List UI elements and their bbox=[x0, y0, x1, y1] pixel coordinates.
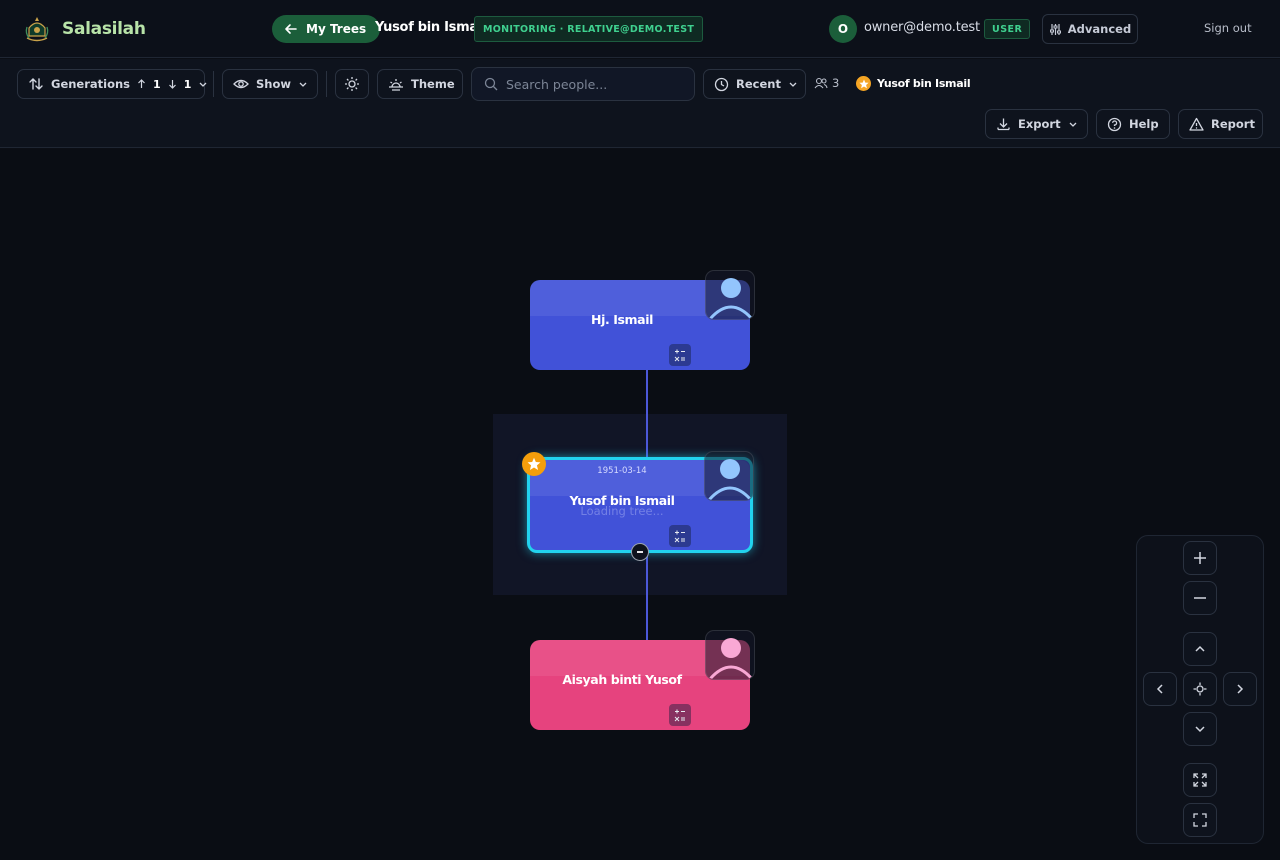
person-card-hj-ismail[interactable]: Hj. Ismail bbox=[530, 270, 755, 370]
plus-icon bbox=[1193, 551, 1207, 565]
people-count-value: 3 bbox=[832, 76, 840, 90]
export-label: Export bbox=[1018, 117, 1061, 131]
chevron-down-icon bbox=[1194, 723, 1206, 735]
arrow-up-icon bbox=[137, 79, 146, 89]
collapse-minus-icon[interactable] bbox=[631, 543, 649, 561]
connector-line bbox=[646, 370, 648, 460]
chevron-up-icon bbox=[1194, 643, 1206, 655]
my-trees-button[interactable]: My Trees bbox=[272, 15, 381, 43]
monitoring-badge: MONITORING · RELATIVE@DEMO.TEST bbox=[474, 16, 704, 42]
download-icon bbox=[996, 117, 1011, 132]
export-dropdown[interactable]: Export bbox=[985, 109, 1088, 139]
person-name: Hj. Ismail bbox=[591, 312, 653, 327]
chevron-down-icon bbox=[1068, 119, 1078, 129]
clock-icon bbox=[714, 77, 729, 92]
recent-dropdown[interactable]: Recent bbox=[703, 69, 806, 99]
favorite-star-icon[interactable] bbox=[522, 452, 546, 476]
eye-icon bbox=[233, 76, 249, 92]
advanced-label: Advanced bbox=[1067, 22, 1132, 36]
help-label: Help bbox=[1129, 117, 1159, 131]
theme-label: Theme bbox=[411, 77, 455, 91]
pan-down-button[interactable] bbox=[1183, 712, 1217, 746]
person-name: Aisyah binti Yusof bbox=[562, 672, 682, 687]
report-label: Report bbox=[1211, 117, 1255, 131]
search-icon bbox=[484, 77, 498, 91]
calculator-icon[interactable] bbox=[669, 704, 691, 726]
role-badge: USER bbox=[984, 19, 1031, 39]
person-card-yusof-bin-ismail[interactable]: 1951-03-14 Yusof bin Ismail Loading tree… bbox=[522, 451, 754, 561]
user-email: owner@demo.test bbox=[864, 20, 980, 35]
people-count: 3 bbox=[814, 76, 839, 90]
chevron-down-icon bbox=[298, 79, 308, 89]
person-birth-date: 1951-03-14 bbox=[597, 466, 647, 476]
app-logo[interactable]: Salasilah bbox=[22, 14, 146, 44]
help-circle-icon bbox=[1107, 117, 1122, 132]
chevron-down-icon bbox=[788, 79, 798, 89]
pan-left-button[interactable] bbox=[1143, 672, 1177, 706]
generations-label: Generations bbox=[51, 77, 131, 91]
fullscreen-button[interactable] bbox=[1183, 803, 1217, 837]
female-avatar-icon[interactable] bbox=[705, 630, 755, 680]
sign-out-link[interactable]: Sign out bbox=[1204, 21, 1252, 35]
users-icon bbox=[814, 77, 828, 89]
advanced-button[interactable]: Advanced bbox=[1042, 14, 1138, 44]
navigation-controls bbox=[1136, 535, 1264, 844]
chevron-down-icon bbox=[198, 79, 208, 89]
generations-down-count: 1 bbox=[183, 77, 192, 91]
toolbar: Generations 1 1 Show Theme Search people… bbox=[0, 59, 1280, 148]
search-box[interactable] bbox=[471, 67, 695, 101]
show-label: Show bbox=[256, 77, 291, 91]
zoom-out-button[interactable] bbox=[1183, 581, 1217, 615]
connector-line bbox=[646, 551, 648, 640]
generations-dropdown[interactable]: Generations 1 1 bbox=[17, 69, 208, 99]
logo-emblem-icon bbox=[22, 14, 52, 44]
my-trees-label: My Trees bbox=[306, 22, 367, 36]
minus-icon bbox=[1193, 591, 1207, 605]
loading-overlay-text: Loading tree... bbox=[580, 504, 664, 518]
fit-to-screen-button[interactable] bbox=[1183, 763, 1217, 797]
user-avatar[interactable]: O bbox=[829, 15, 857, 43]
app-header: Salasilah My Trees Yusof bin Ismail MONI… bbox=[0, 0, 1280, 58]
help-button[interactable]: Help bbox=[1096, 109, 1170, 139]
male-avatar-icon[interactable] bbox=[704, 451, 754, 501]
arrow-down-icon bbox=[168, 79, 177, 89]
warning-triangle-icon bbox=[1189, 117, 1204, 132]
app-name: Salasilah bbox=[62, 19, 146, 39]
show-dropdown[interactable]: Show bbox=[222, 69, 318, 99]
focus-person-chip[interactable]: Yusof bin Ismail bbox=[856, 76, 971, 91]
sliders-icon bbox=[1049, 23, 1062, 36]
zoom-in-button[interactable] bbox=[1183, 541, 1217, 575]
report-button[interactable]: Report bbox=[1178, 109, 1263, 139]
pan-right-button[interactable] bbox=[1223, 672, 1257, 706]
male-avatar-icon[interactable] bbox=[705, 270, 755, 320]
theme-button[interactable]: Theme bbox=[377, 69, 463, 99]
crosshair-icon bbox=[1193, 682, 1207, 696]
arrow-left-icon bbox=[284, 22, 298, 36]
chevron-left-icon bbox=[1154, 683, 1166, 695]
expand-arrows-icon bbox=[1193, 773, 1207, 787]
sort-arrows-icon bbox=[28, 76, 44, 92]
person-card-aisyah-binti-yusof[interactable]: Aisyah binti Yusof bbox=[530, 630, 755, 730]
calculator-icon[interactable] bbox=[669, 525, 691, 547]
brightness-toggle[interactable] bbox=[335, 69, 369, 99]
search-input[interactable] bbox=[506, 76, 676, 92]
pan-up-button[interactable] bbox=[1183, 632, 1217, 666]
tree-title: Yusof bin Ismail bbox=[375, 20, 487, 35]
recent-label: Recent bbox=[736, 77, 781, 91]
fullscreen-icon bbox=[1193, 813, 1207, 827]
sun-icon bbox=[344, 76, 360, 92]
center-button[interactable] bbox=[1183, 672, 1217, 706]
focus-person-name: Yusof bin Ismail bbox=[877, 77, 971, 90]
calculator-icon[interactable] bbox=[669, 344, 691, 366]
star-icon bbox=[856, 76, 871, 91]
tree-canvas[interactable]: Hj. Ismail 1951-03-14 Yusof bin Ismail L… bbox=[0, 149, 1280, 860]
generations-up-count: 1 bbox=[153, 77, 161, 91]
toolbar-divider bbox=[213, 71, 214, 97]
sunrise-icon bbox=[388, 76, 404, 92]
toolbar-divider bbox=[326, 71, 327, 97]
chevron-right-icon bbox=[1234, 683, 1246, 695]
